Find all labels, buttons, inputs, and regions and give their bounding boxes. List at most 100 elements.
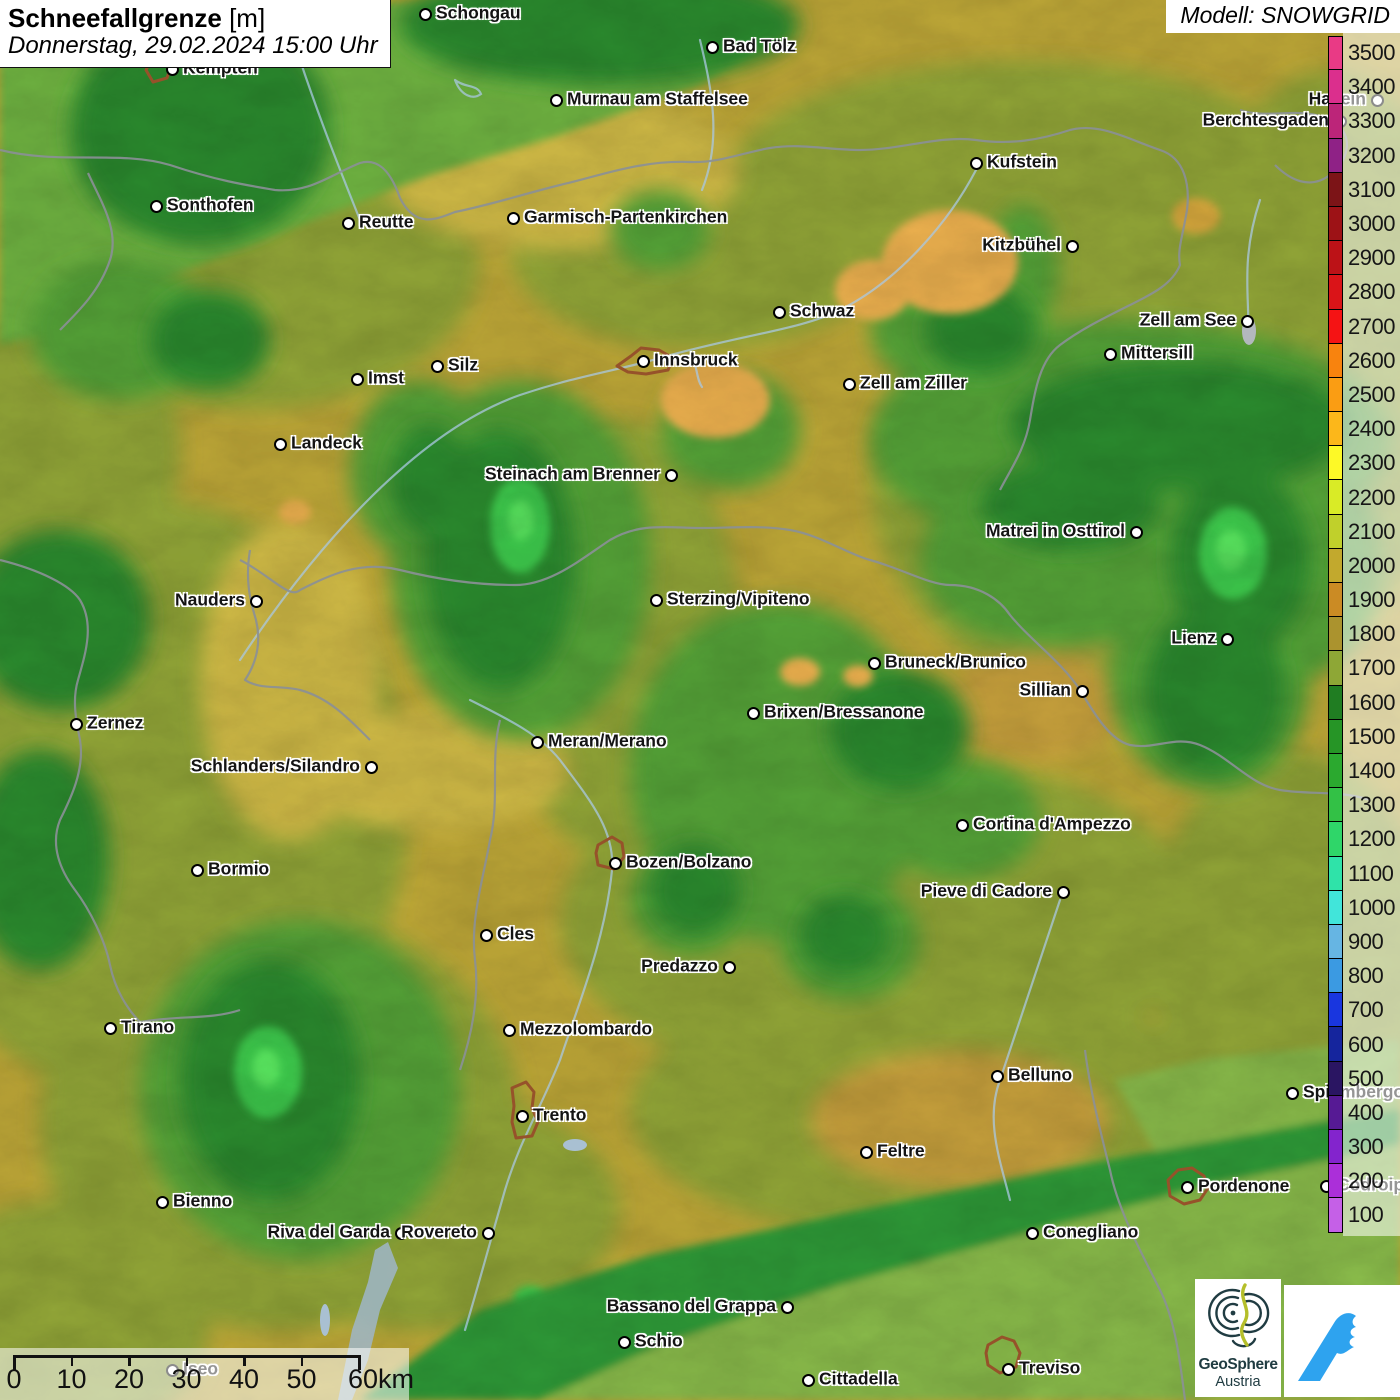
colorbar-cell-1200 bbox=[1328, 821, 1343, 856]
city-marker-sonthofen[interactable] bbox=[150, 200, 163, 213]
colorbar-label-2000: 2000 bbox=[1343, 553, 1395, 579]
city-marker-trento[interactable] bbox=[516, 1110, 529, 1123]
city-label-mezzolombardo: Mezzolombardo bbox=[520, 1019, 652, 1040]
city-marker-schio[interactable] bbox=[618, 1336, 631, 1349]
city-marker-zell-am-ziller[interactable] bbox=[843, 378, 856, 391]
city-marker-pieve-di-cadore[interactable] bbox=[1057, 886, 1070, 899]
city-marker-feltre[interactable] bbox=[860, 1146, 873, 1159]
colorbar-row-900: 900 bbox=[1328, 925, 1395, 959]
geosphere-logo-subtext: Austria bbox=[1195, 1374, 1281, 1390]
colorbar-label-1900: 1900 bbox=[1343, 587, 1395, 613]
city-marker-bruneck-brunico[interactable] bbox=[868, 657, 881, 670]
city-marker-nauders[interactable] bbox=[250, 595, 263, 608]
city-marker-steinach-am-brenner[interactable] bbox=[665, 469, 678, 482]
colorbar-cell-3300 bbox=[1328, 103, 1343, 138]
city-marker-bassano-del-grappa[interactable] bbox=[781, 1301, 794, 1314]
city-marker-silz[interactable] bbox=[431, 360, 444, 373]
scalebar-label-3: 30 bbox=[171, 1364, 201, 1395]
city-marker-pordenone[interactable] bbox=[1181, 1181, 1194, 1194]
colorbar-label-1300: 1300 bbox=[1343, 792, 1395, 818]
city-marker-sillian[interactable] bbox=[1076, 685, 1089, 698]
colorbar-cell-500 bbox=[1328, 1061, 1343, 1096]
city-label-silz: Silz bbox=[448, 355, 478, 376]
scalebar-label-1: 10 bbox=[56, 1364, 86, 1395]
colorbar-label-3300: 3300 bbox=[1343, 108, 1395, 134]
city-marker-rovereto[interactable] bbox=[482, 1227, 495, 1240]
colorbar-cell-3100 bbox=[1328, 172, 1343, 207]
city-label-conegliano: Conegliano bbox=[1043, 1222, 1138, 1243]
colorbar-legend: 3500340033003200310030002900280027002600… bbox=[1328, 36, 1395, 1233]
city-marker-innsbruck[interactable] bbox=[637, 355, 650, 368]
city-label-bruneck-brunico: Bruneck/Brunico bbox=[885, 652, 1026, 673]
colorbar-label-2900: 2900 bbox=[1343, 245, 1395, 271]
city-label-kufstein: Kufstein bbox=[987, 152, 1057, 173]
colorbar-row-2900: 2900 bbox=[1328, 241, 1395, 275]
colorbar-cell-2900 bbox=[1328, 240, 1343, 275]
city-marker-kitzb-hel[interactable] bbox=[1066, 240, 1079, 253]
title-box: Schneefallgrenze [m] Donnerstag, 29.02.2… bbox=[0, 0, 391, 68]
city-marker-conegliano[interactable] bbox=[1026, 1227, 1039, 1240]
city-label-zernez: Zernez bbox=[87, 713, 143, 734]
city-marker-matrei-in-osttirol[interactable] bbox=[1130, 526, 1143, 539]
city-label-innsbruck: Innsbruck bbox=[654, 350, 738, 371]
city-label-schwaz: Schwaz bbox=[790, 301, 854, 322]
city-marker-cittadella[interactable] bbox=[802, 1374, 815, 1387]
avalanche-logo-card bbox=[1284, 1285, 1400, 1397]
city-marker-bozen-bolzano[interactable] bbox=[609, 857, 622, 870]
city-marker-imst[interactable] bbox=[351, 373, 364, 386]
map-title: Schneefallgrenze [m] bbox=[8, 4, 378, 33]
city-marker-schlanders-silandro[interactable] bbox=[365, 761, 378, 774]
colorbar-row-3500: 3500 bbox=[1328, 36, 1395, 70]
city-marker-sterzing-vipiteno[interactable] bbox=[650, 594, 663, 607]
city-label-zell-am-ziller: Zell am Ziller bbox=[860, 373, 967, 394]
city-marker-garmisch-partenkirchen[interactable] bbox=[507, 212, 520, 225]
city-marker-treviso[interactable] bbox=[1002, 1363, 1015, 1376]
city-marker-zernez[interactable] bbox=[70, 718, 83, 731]
colorbar-label-100: 100 bbox=[1343, 1202, 1383, 1228]
city-marker-reutte[interactable] bbox=[342, 217, 355, 230]
colorbar-label-1700: 1700 bbox=[1343, 655, 1395, 681]
city-marker-bad-t-lz[interactable] bbox=[706, 41, 719, 54]
city-marker-cortina-d-ampezzo[interactable] bbox=[956, 819, 969, 832]
city-marker-bienno[interactable] bbox=[156, 1196, 169, 1209]
colorbar-row-300: 300 bbox=[1328, 1130, 1395, 1164]
city-marker-mittersill[interactable] bbox=[1104, 348, 1117, 361]
city-marker-lienz[interactable] bbox=[1221, 633, 1234, 646]
city-marker-landeck[interactable] bbox=[274, 438, 287, 451]
city-label-cles: Cles bbox=[497, 924, 534, 945]
city-label-cortina-d-ampezzo: Cortina d'Ampezzo bbox=[973, 814, 1131, 835]
city-marker-mezzolombardo[interactable] bbox=[503, 1024, 516, 1037]
city-marker-zell-am-see[interactable] bbox=[1241, 315, 1254, 328]
colorbar-cell-1800 bbox=[1328, 616, 1343, 651]
city-marker-belluno[interactable] bbox=[991, 1070, 1004, 1083]
city-marker-murnau-am-staffelsee[interactable] bbox=[550, 94, 563, 107]
colorbar-row-2700: 2700 bbox=[1328, 310, 1395, 344]
colorbar-cell-200 bbox=[1328, 1163, 1343, 1198]
city-marker-brixen-bressanone[interactable] bbox=[747, 707, 760, 720]
city-marker-spilimbergo[interactable] bbox=[1286, 1087, 1299, 1100]
city-marker-kufstein[interactable] bbox=[970, 157, 983, 170]
colorbar-cell-2100 bbox=[1328, 514, 1343, 549]
city-label-meran-merano: Meran/Merano bbox=[548, 731, 667, 752]
colorbar-cell-900 bbox=[1328, 924, 1343, 959]
colorbar-label-1400: 1400 bbox=[1343, 758, 1395, 784]
city-marker-schongau[interactable] bbox=[419, 8, 432, 21]
colorbar-cell-3500 bbox=[1328, 36, 1343, 70]
colorbar-row-2200: 2200 bbox=[1328, 480, 1395, 514]
city-marker-cles[interactable] bbox=[480, 929, 493, 942]
city-marker-tirano[interactable] bbox=[104, 1022, 117, 1035]
colorbar-cell-1300 bbox=[1328, 787, 1343, 822]
city-label-schio: Schio bbox=[635, 1331, 683, 1352]
city-marker-meran-merano[interactable] bbox=[531, 736, 544, 749]
city-marker-schwaz[interactable] bbox=[773, 306, 786, 319]
city-label-tirano: Tirano bbox=[121, 1017, 174, 1038]
city-marker-predazzo[interactable] bbox=[723, 961, 736, 974]
city-label-bad-t-lz: Bad Tölz bbox=[723, 36, 796, 57]
city-marker-bormio[interactable] bbox=[191, 864, 204, 877]
city-label-cittadella: Cittadella bbox=[819, 1369, 898, 1390]
colorbar-label-1000: 1000 bbox=[1343, 895, 1395, 921]
city-label-lienz: Lienz bbox=[1171, 628, 1216, 649]
city-label-pieve-di-cadore: Pieve di Cadore bbox=[921, 881, 1052, 902]
city-label-bienno: Bienno bbox=[173, 1191, 232, 1212]
colorbar-cell-2000 bbox=[1328, 548, 1343, 583]
